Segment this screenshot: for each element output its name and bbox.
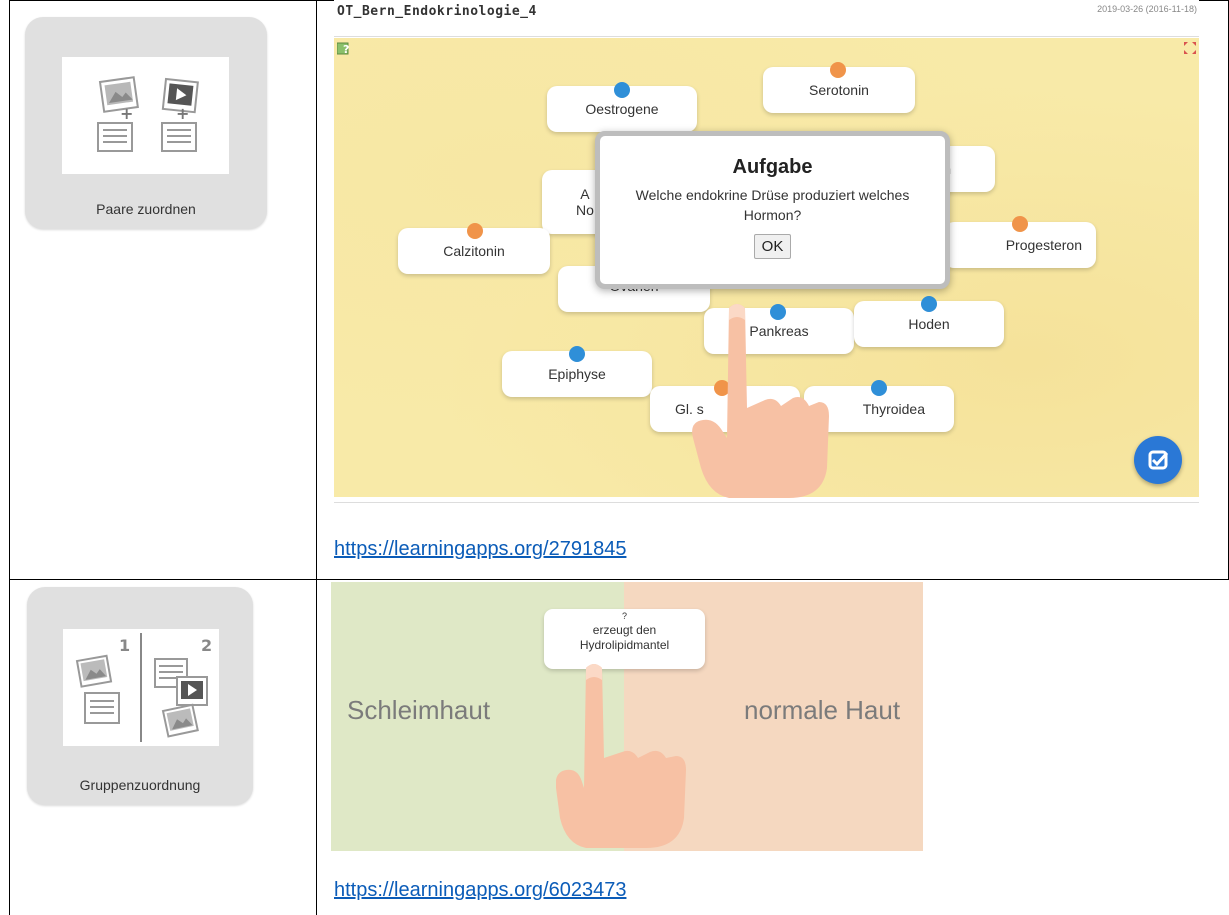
- table-border-left: [9, 0, 10, 915]
- help-icon[interactable]: ?: [337, 41, 351, 55]
- svg-text:1: 1: [119, 636, 130, 655]
- title-divider: [334, 36, 1199, 37]
- tile-connector-dot[interactable]: [921, 296, 937, 312]
- link-groups-app[interactable]: https://learningapps.org/6023473: [334, 879, 626, 902]
- check-solution-button[interactable]: [1134, 436, 1182, 484]
- card-thumbnail: + +: [62, 57, 229, 174]
- card-label: Gruppenzuordnung: [79, 777, 201, 793]
- pointing-hand-icon: [556, 664, 686, 848]
- app-title: OT_Bern_Endokrinologie_4: [337, 4, 537, 19]
- tile-text: erzeugt den Hydrolipidmantel: [579, 623, 670, 652]
- tile-marker: ?: [621, 611, 627, 621]
- card-thumbnail: 1 2: [63, 629, 219, 746]
- tile-connector-dot[interactable]: [1012, 216, 1028, 232]
- pairs-icon: + +: [97, 76, 199, 152]
- svg-text:2: 2: [201, 636, 212, 655]
- svg-text:?: ?: [343, 43, 349, 55]
- zone-label-right: normale Haut: [744, 695, 901, 725]
- game-board: Oestrogene Serotonin on A No Calzitonin …: [334, 38, 1199, 498]
- tile-connector-dot[interactable]: [871, 380, 887, 396]
- pointing-hand-icon: [692, 304, 829, 498]
- svg-text:+: +: [176, 104, 189, 123]
- check-icon: [1148, 450, 1169, 470]
- svg-text:+: +: [120, 104, 133, 123]
- tile-connector-dot[interactable]: [467, 223, 483, 239]
- table-row-divider: [9, 579, 1229, 580]
- app-type-card-pairs[interactable]: + + Paare zuordnen: [25, 17, 267, 229]
- screenshot-bottom-line: [334, 502, 1199, 503]
- fullscreen-icon[interactable]: [1184, 42, 1196, 54]
- link-pairs-app[interactable]: https://learningapps.org/2791845: [334, 538, 626, 561]
- table-column-divider: [316, 0, 317, 915]
- tile-connector-dot[interactable]: [830, 62, 846, 78]
- tile-connector-dot[interactable]: [614, 82, 630, 98]
- app-screenshot-groups: Schleimhaut normale Haut ? erzeugt den H…: [331, 582, 923, 851]
- card-label: Paare zuordnen: [96, 201, 196, 217]
- ok-button[interactable]: OK: [753, 234, 792, 259]
- dialog-title: Aufgabe: [732, 156, 813, 178]
- task-dialog: Aufgabe Welche endokrine Drüse produzier…: [595, 131, 950, 289]
- document-table: + + Paare zuordnen OT_Bern_Endokrinologi…: [0, 0, 1229, 915]
- dialog-text: Welche endokrine Drüse produziert welche…: [635, 187, 910, 223]
- zone-label-left: Schleimhaut: [347, 695, 491, 725]
- app-date: 2019-03-26 (2016-11-18): [1097, 4, 1197, 14]
- app-type-card-groups[interactable]: 1 2 Gruppenzuordnung: [27, 587, 253, 805]
- app-screenshot-pairs: OT_Bern_Endokrinologie_4 2019-03-26 (201…: [334, 0, 1199, 505]
- group-assignment-icon: 1 2: [75, 633, 212, 742]
- tile-connector-dot[interactable]: [569, 346, 585, 362]
